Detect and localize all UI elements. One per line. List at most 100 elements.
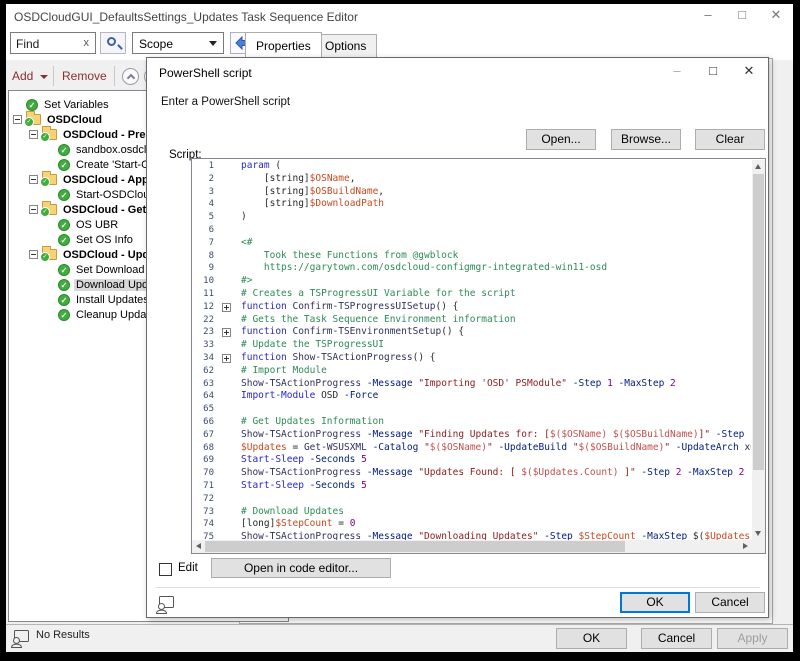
horizontal-scrollbar[interactable]: [192, 540, 752, 553]
line-number: 70: [192, 467, 218, 480]
code-text: # Import Module: [241, 365, 327, 376]
find-input[interactable]: Find x: [10, 32, 96, 54]
code-line: ): [218, 211, 751, 224]
apply-button[interactable]: Apply: [717, 628, 788, 649]
folder-check-icon: [42, 204, 57, 215]
move-up-button[interactable]: [122, 68, 139, 85]
code-text: https://garytown.com/osdcloud-configmgr-…: [241, 262, 607, 273]
code-line: [string]$DownloadPath: [218, 198, 751, 211]
step-check-icon: ✓: [58, 294, 70, 306]
step-check-icon: ✓: [58, 264, 70, 276]
collapse-icon[interactable]: [29, 130, 38, 139]
collapse-icon[interactable]: [13, 115, 22, 124]
code-text: Show-TSActionProgress -Message "Importin…: [241, 378, 676, 389]
ok-button[interactable]: OK: [556, 628, 627, 649]
open-in-code-editor-button[interactable]: Open in code editor...: [211, 558, 391, 578]
code-line: function Confirm-TSProgressUISetup() {: [218, 301, 751, 314]
code-line: Start-Sleep -Seconds 5: [218, 454, 751, 467]
code-line: [string]$OSBuildName,: [218, 186, 751, 199]
code-text: function Show-TSActionProgress() {: [241, 352, 436, 363]
step-check-icon: ✓: [58, 159, 70, 171]
code-line: Took these Functions from @gwblock: [218, 250, 751, 263]
scroll-down-icon[interactable]: [755, 531, 761, 536]
step-check-icon: ✓: [58, 279, 70, 291]
code-line: param (: [218, 160, 751, 173]
code-text: Show-TSActionProgress -Message "Finding …: [241, 429, 751, 440]
scope-dropdown[interactable]: Scope: [132, 32, 224, 54]
search-button[interactable]: [100, 32, 126, 54]
step-check-icon: ✓: [58, 144, 70, 156]
scroll-left-icon[interactable]: [196, 543, 201, 549]
step-check-icon: ✓: [26, 99, 38, 111]
task-sequence-editor-window: OSDCloudGUI_DefaultsSettings_Updates Tas…: [6, 4, 793, 652]
remove-button[interactable]: Remove: [62, 69, 107, 83]
line-number: 73: [192, 506, 218, 519]
code-line: # Get Updates Information: [218, 416, 751, 429]
code-line: [string]$OSName,: [218, 173, 751, 186]
add-dropdown-caret-icon[interactable]: [40, 75, 48, 79]
fold-expand-icon[interactable]: [222, 328, 231, 337]
code-text: Start-Sleep -Seconds 5: [241, 454, 367, 465]
code-line: Start-Sleep -Seconds 5: [218, 480, 751, 493]
code-line: https://garytown.com/osdcloud-configmgr-…: [218, 262, 751, 275]
collapse-icon[interactable]: [29, 175, 38, 184]
chevron-down-icon: [209, 41, 217, 46]
step-check-icon: ✓: [58, 189, 70, 201]
code-text: $Updates = Get-WSUSXML -Catalog "$($OSNa…: [241, 442, 751, 453]
fold-expand-icon[interactable]: [222, 354, 231, 363]
line-number: 5: [192, 211, 218, 224]
minimize-icon[interactable]: –: [701, 8, 715, 22]
line-number: 4: [192, 198, 218, 211]
collapse-icon[interactable]: [29, 205, 38, 214]
maximize-icon[interactable]: □: [735, 8, 749, 22]
line-number: 33: [192, 339, 218, 352]
fold-expand-icon[interactable]: [222, 303, 231, 312]
line-number: 64: [192, 390, 218, 403]
cancel-button[interactable]: Cancel: [641, 628, 712, 649]
script-code-editor[interactable]: 1234567891011122223333462636465666768697…: [191, 158, 766, 554]
step-check-icon: ✓: [58, 234, 70, 246]
code-text: [string]$OSName,: [241, 173, 355, 184]
vertical-scrollbar-thumb[interactable]: [753, 174, 764, 470]
open-button[interactable]: Open...: [526, 129, 596, 150]
code-text: # Download Updates: [241, 506, 344, 517]
maximize-icon[interactable]: □: [706, 64, 720, 78]
code-line: [218, 403, 751, 416]
find-toolbar: Find x Scope Properties Options: [6, 30, 793, 60]
dialog-ok-button[interactable]: OK: [620, 592, 690, 613]
tab-properties[interactable]: Properties: [245, 32, 322, 59]
code-text: function Confirm-TSProgressUISetup() {: [241, 301, 458, 312]
horizontal-scrollbar-thumb[interactable]: [205, 541, 625, 552]
scope-dropdown-value: Scope: [139, 37, 173, 51]
close-icon[interactable]: ✕: [769, 8, 783, 22]
browse-button[interactable]: Browse...: [611, 129, 681, 150]
line-number: 12: [192, 301, 218, 314]
line-number: 75: [192, 531, 218, 540]
folder-check-icon: [42, 174, 57, 185]
code-line: # Creates a TSProgressUI Variable for th…: [218, 288, 751, 301]
feedback-person-icon: [10, 629, 30, 654]
add-button[interactable]: Add: [12, 69, 33, 83]
scroll-right-icon[interactable]: [743, 543, 748, 549]
code-text: <#: [241, 237, 252, 248]
minimize-icon[interactable]: –: [670, 64, 684, 78]
folder-check-icon: [42, 249, 57, 260]
line-number: 68: [192, 442, 218, 455]
scroll-up-icon[interactable]: [755, 164, 761, 169]
line-number: 7: [192, 237, 218, 250]
code-text: [string]$DownloadPath: [241, 198, 384, 209]
edit-checkbox[interactable]: [159, 563, 172, 576]
vertical-scrollbar[interactable]: [752, 160, 765, 540]
collapse-icon[interactable]: [29, 250, 38, 259]
line-number: 34: [192, 352, 218, 365]
search-icon: [107, 37, 116, 46]
close-icon[interactable]: ✕: [742, 64, 756, 78]
clear-button[interactable]: Clear: [695, 129, 765, 150]
tree-item-label: OS UBR: [74, 219, 120, 231]
line-number: 22: [192, 314, 218, 327]
find-clear-icon[interactable]: x: [84, 37, 90, 49]
code-text: function Confirm-TSEnvironmentSetup() {: [241, 326, 464, 337]
dialog-cancel-button[interactable]: Cancel: [695, 592, 765, 613]
tab-options[interactable]: Options: [314, 34, 377, 58]
line-number: 23: [192, 326, 218, 339]
